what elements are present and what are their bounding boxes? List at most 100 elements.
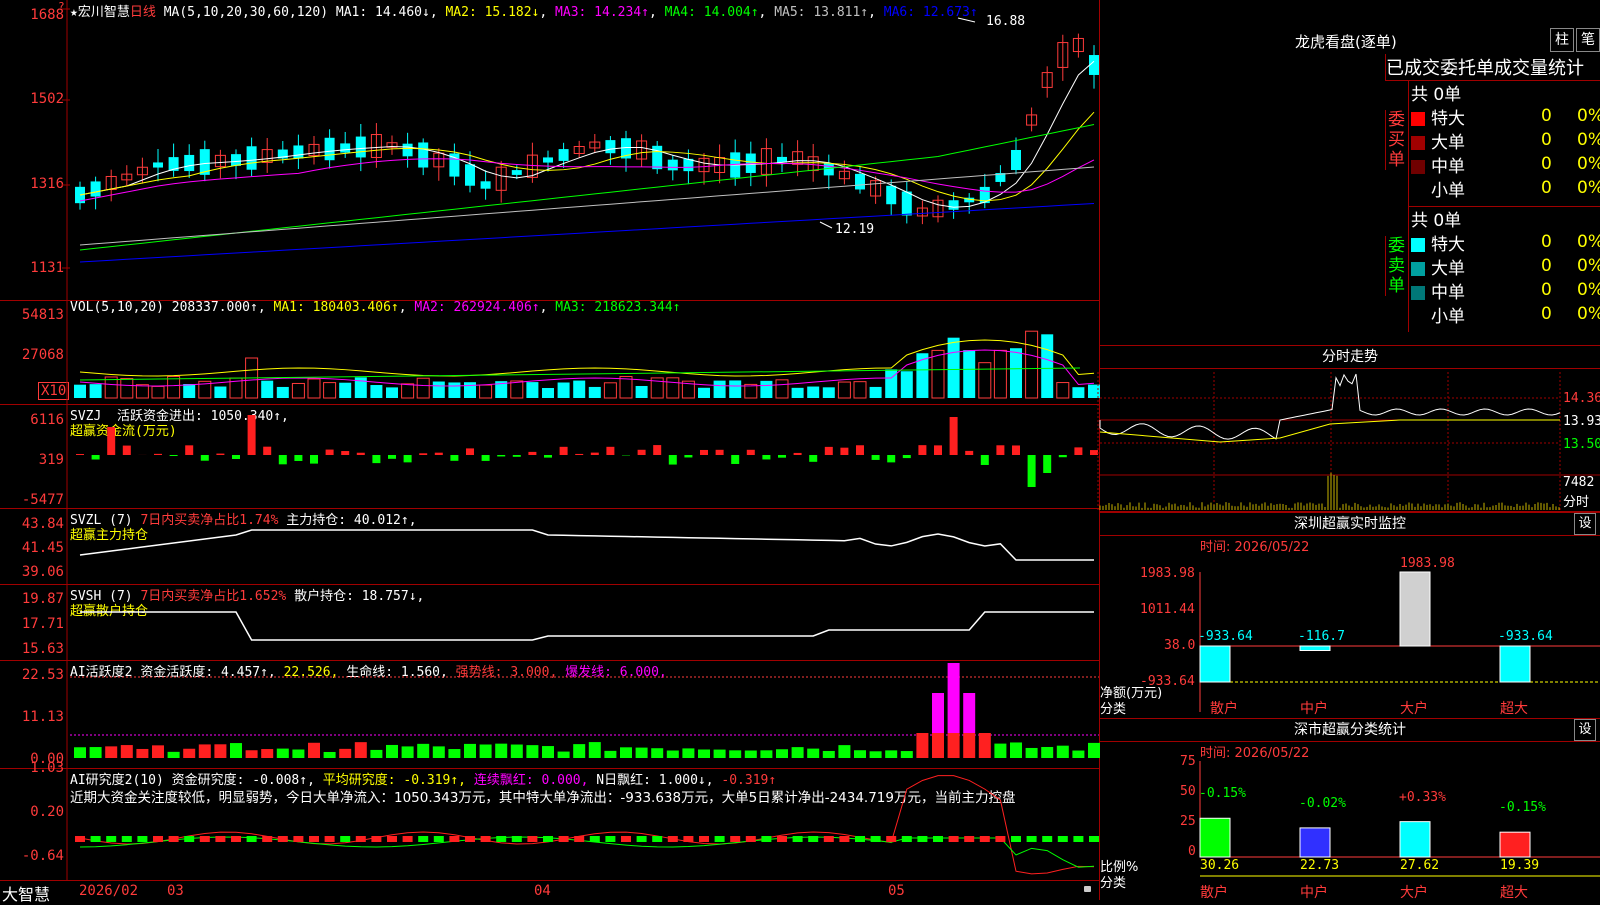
research-bar (184, 836, 194, 842)
ai-active-bar (402, 746, 414, 758)
research-bar (590, 836, 600, 842)
research-bar (964, 836, 974, 842)
research-line (80, 776, 1094, 874)
research-bar (1011, 836, 1021, 842)
ai-active-bar (636, 748, 648, 758)
ai-active-bar (776, 749, 788, 758)
svzj-bar (809, 455, 817, 462)
ai-active-bar (729, 750, 741, 758)
sz-classify-chart[interactable]: 时间: 2026/05/22 75 50 25 0 比例% 分类 -0.15% … (1100, 742, 1600, 900)
volume-bar (994, 350, 1006, 398)
volume-bar (776, 380, 788, 398)
svzj-bar (310, 455, 318, 464)
sz-classify-xlabel: 分类 (1100, 872, 1126, 891)
research-bar (761, 836, 771, 842)
ai-active-bar (74, 747, 86, 758)
sz-classify-settings-button[interactable]: 设 (1574, 719, 1596, 741)
ai-active-bar (121, 745, 133, 758)
buy-orders-label: 委买单 (1385, 110, 1408, 170)
sell-orders-label: 委卖单 (1385, 236, 1408, 296)
svzj-bar (1059, 455, 1067, 457)
research-bar (871, 836, 881, 842)
intraday-price: 14.36 (1563, 391, 1600, 406)
svzj-bar (669, 455, 677, 465)
classify-value: 30.26 (1200, 858, 1239, 873)
volume-bar (1026, 331, 1038, 398)
research-bar (262, 836, 272, 842)
candle-body (231, 154, 241, 166)
sz-monitor-ytick: 1011.44 (1140, 602, 1195, 617)
research-bar (808, 836, 818, 842)
ai-active-burst (963, 693, 975, 733)
ai-active-bar (698, 749, 710, 758)
volume-bar (604, 383, 616, 398)
research-bar (231, 836, 241, 842)
research-bar (1042, 836, 1052, 842)
classify-change: -0.02% (1299, 796, 1346, 811)
svzj-bar (294, 455, 302, 461)
candle-body (356, 137, 366, 158)
ai-active-bar (604, 751, 616, 758)
tick-view-button[interactable]: 笔 (1576, 28, 1600, 52)
buy-color-swatch (1411, 112, 1425, 126)
intraday-price: 13.50 (1563, 437, 1600, 452)
column-view-button[interactable]: 柱 (1550, 28, 1574, 52)
research-bar (293, 836, 303, 842)
ai-active-bar (573, 744, 585, 758)
svzj-bar (528, 452, 536, 455)
ai-active-bar (901, 751, 913, 758)
sz-monitor-settings-button[interactable]: 设 (1574, 513, 1596, 535)
svzj-bar (185, 445, 193, 455)
sz-bar-value: -933.64 (1498, 629, 1553, 644)
svzj-bar (591, 453, 599, 455)
research-bar (699, 836, 709, 842)
research-bar (278, 836, 288, 842)
svzj-bar (170, 455, 178, 456)
candle-body (293, 145, 303, 158)
volume-bar (620, 376, 632, 398)
ai-active-bar (807, 749, 819, 758)
sz-bar-category: 大户 (1400, 698, 1428, 718)
sell-row-pct: 0% (1577, 256, 1600, 276)
tab-executed[interactable]: 已成交 (1386, 58, 1440, 79)
volume-bar (308, 379, 320, 398)
volume-bar (277, 387, 289, 398)
volume-bar (511, 381, 523, 398)
ai-active-bar (152, 745, 164, 758)
volume-bar (339, 383, 351, 398)
intraday-title[interactable]: 分时走势 (1100, 345, 1600, 369)
research-bar (465, 836, 475, 842)
svzj-bar (575, 454, 583, 455)
research-bar (793, 836, 803, 842)
sz-monitor-chart[interactable]: 时间: 2026/05/22 1983.98 1011.44 38.0 -933… (1100, 536, 1600, 718)
svzj-bar (887, 455, 895, 462)
buy-row-count: 0 (1541, 154, 1552, 174)
buy-row-pct: 0% (1577, 130, 1600, 150)
research-bar (839, 836, 849, 842)
svzj-bar (372, 455, 380, 463)
buy-row: 特大00% (1409, 104, 1600, 128)
intraday-chart[interactable]: 14.36 13.93 13.50 7482 分时 (1100, 369, 1600, 512)
candle-body (247, 146, 257, 169)
candle-body (512, 170, 522, 175)
research-bar (995, 836, 1005, 842)
tab-orders[interactable]: 委托单 (1440, 58, 1494, 79)
research-bar (418, 836, 428, 842)
dragon-tiger-panel[interactable]: 龙虎看盘(逐单) 柱 笔 已成交委托单成交量统计 委买单 共 0单 特大00% … (1100, 0, 1600, 342)
ai-active-bar (838, 745, 850, 758)
ai-active-bar (620, 747, 632, 758)
sell-row-count: 0 (1541, 280, 1552, 300)
tab-volume-stats[interactable]: 成交量统计 (1494, 58, 1584, 79)
svzj-bar (684, 455, 692, 457)
svzj-bar (513, 455, 521, 457)
ai-active-bar (261, 749, 273, 758)
volume-bar (932, 350, 944, 398)
sz-bar-category: 中户 (1300, 698, 1328, 718)
research-bar (668, 836, 678, 842)
volume-bar (667, 378, 679, 398)
volume-bar (807, 387, 819, 398)
ai-active-bar (214, 744, 226, 758)
sell-row-name: 大单 (1431, 259, 1465, 279)
sz-classify-ytick: 75 (1180, 754, 1196, 769)
buy-color-swatch (1411, 160, 1425, 174)
